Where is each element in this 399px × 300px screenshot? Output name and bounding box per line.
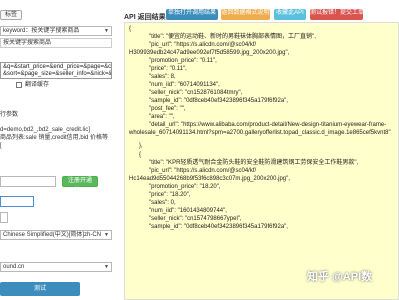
format-doc-button[interactable]: 返回数据格式说明 [221, 9, 270, 20]
result-title: API 返回结果 [124, 14, 166, 21]
json-line: }, [139, 143, 143, 149]
language-select-value: Chinese Simplified(中文)[简体]zh-CN [3, 232, 102, 238]
json-line: "num_iid": "1601434809744", [149, 208, 227, 214]
json-line: "detail_url": "https://www.alibaba.com/p… [149, 122, 387, 128]
json-line: "seller_nick": "cn1574798667ypel", [149, 216, 242, 222]
json-line: wholesale_60714091134.html?spm=a2700.gal… [129, 130, 391, 136]
chevron-down-icon: ▼ [104, 28, 109, 34]
json-line: "num_iid": "60714091134", [149, 82, 220, 88]
chevron-down-icon: ▼ [104, 264, 109, 270]
json-line: "post_fee": "", [149, 106, 186, 112]
params-textarea[interactable]: &q=&start_price=&end_price=&page=&cat=&d… [0, 62, 112, 79]
open-result-button[interactable]: 单独打开调用结果 [166, 9, 218, 20]
json-line: "sales": 8, [149, 74, 176, 80]
json-line: { [139, 152, 142, 158]
keyword-select[interactable]: keyword：按关键字搜索商品 ▼ [0, 26, 112, 36]
params-text-line2: &sort=&page_size=&seller_info=&nick=&ppa… [3, 71, 112, 77]
json-line: "price": "18.20", [149, 192, 191, 198]
json-line: "promotion_price": "18.20", [149, 184, 221, 190]
json-line: H309939edb24c47ad9ee092ef7f5d58599.jpg_2… [129, 50, 290, 56]
method-option[interactable]: 按关键字搜索商品 [0, 38, 112, 48]
help-text: [ [0, 143, 2, 149]
json-line: "sample_id": "0df8ceb40ef3423896f345a179… [149, 98, 288, 104]
param-text-2: d=demo,bd2_,bd2_sale_credit.lic] [0, 127, 90, 133]
register-key-button[interactable]: 注册开通Key [62, 176, 98, 193]
json-line: "promotion_price": "0.11", [149, 58, 217, 64]
json-line: "title": "KPR轻质透气耐合金防头鞋的安全鞋防滑建筑钢工劳保安全工作鞋… [149, 160, 359, 166]
json-line: "sales": 0, [149, 200, 176, 206]
param-text-3: 商品列表:sale 销量,credit信用,bid 价格等 [0, 135, 109, 141]
submit-button[interactable]: 测试 [0, 282, 80, 296]
report-error-button[interactable]: 测试报错！提交工单 [310, 9, 364, 20]
json-line: "price": "0.11", [149, 66, 187, 72]
method-option-label: 按关键字搜索商品 [3, 40, 52, 46]
favorite-api-button[interactable]: 收藏此API [274, 9, 306, 20]
chevron-down-icon: ▼ [104, 232, 109, 238]
result-output[interactable]: { "title": "便宜的运动鞋、新时的男鞋袜体胸部表情图，工厂直销", "… [124, 22, 399, 300]
cache-checkbox[interactable] [16, 82, 22, 88]
secret-input[interactable] [0, 196, 34, 207]
json-line: "pic_url": "https://s.alicdn.com/@sc04/k… [149, 168, 257, 174]
json-line: { [129, 26, 132, 32]
json-line: "sample_id": "0df8ceb40ef3423896f345a179… [149, 224, 288, 230]
server-select[interactable]: ound.cn ▼ [0, 262, 112, 272]
key-input[interactable] [0, 176, 56, 187]
json-line: "area": "", [149, 114, 175, 120]
small-input[interactable] [0, 212, 8, 223]
params-text: &q=&start_price=&end_price=&page=&cat=&d… [3, 64, 112, 70]
cache-checkbox-label: 翻译缓存 [25, 82, 50, 88]
json-line: Hc14ead9d55044268b9f53f6c898c3c07m.jpg_2… [129, 176, 290, 182]
zhihu-watermark: 知乎 @API数 [307, 271, 373, 283]
language-select[interactable]: Chinese Simplified(中文)[简体]zh-CN ▼ [0, 230, 112, 240]
param-text-1: 行参数 [0, 112, 19, 118]
request-panel: 标签 keyword：按关键字搜索商品 ▼ 按关键字搜索商品 &q=&start… [0, 0, 112, 300]
tag-button[interactable]: 标签 [0, 10, 22, 20]
keyword-select-value: keyword：按关键字搜索商品 [3, 28, 80, 34]
json-line: "seller_nick": "cn1528761084tmry", [149, 90, 243, 96]
json-line: "pic_url": "https://s.alicdn.com/@sc04/k… [149, 42, 257, 48]
server-select-value: ound.cn [3, 264, 25, 270]
json-line: "title": "便宜的运动鞋、新时的男鞋袜体胸部表情图，工厂直销", [149, 34, 316, 40]
